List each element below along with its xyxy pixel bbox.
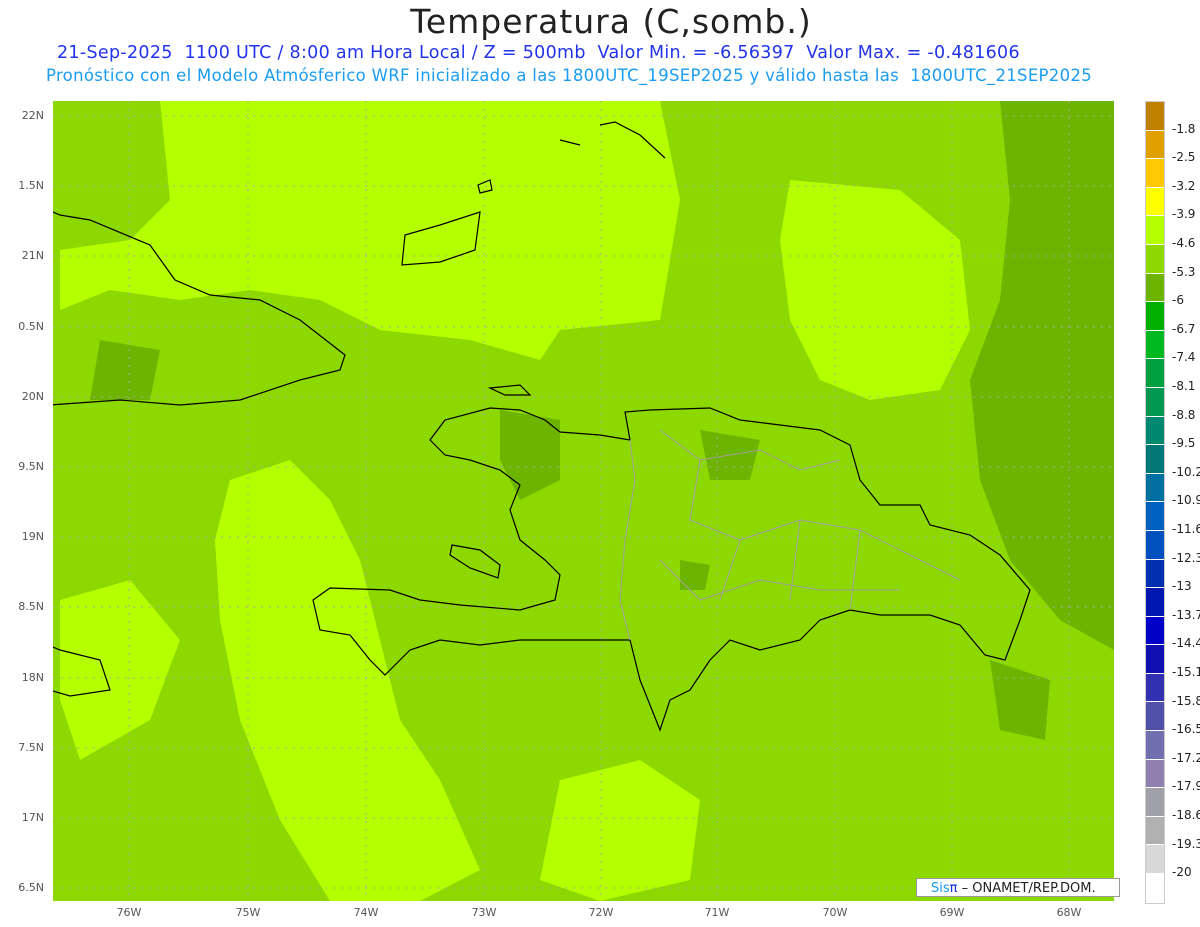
colorbar-swatch: [1146, 759, 1164, 789]
lon-label: 70W: [822, 906, 848, 919]
lon-label: 72W: [588, 906, 614, 919]
lat-label: 19N: [21, 530, 44, 543]
colorbar-label: -5.3: [1172, 264, 1196, 279]
credit-text: – ONAMET/REP.DOM.: [957, 881, 1096, 896]
colorbar-swatch: [1146, 816, 1164, 846]
colorbar: [1145, 101, 1165, 904]
lon-label: 76W: [116, 906, 142, 919]
lat-label: 20N: [21, 390, 44, 403]
colorbar-label: -14.4: [1172, 636, 1200, 651]
colorbar-swatch: [1146, 359, 1164, 388]
colorbar-swatch: [1146, 330, 1164, 360]
lat-label: 9.5N: [18, 460, 44, 473]
colorbar-swatch: [1146, 244, 1164, 274]
lat-label: 18N: [21, 671, 44, 684]
colorbar-swatch: [1146, 159, 1164, 188]
colorbar-label: -8.1: [1172, 379, 1196, 393]
colorbar-label: -20: [1172, 865, 1192, 880]
lat-label: 22N: [21, 109, 44, 122]
colorbar-label: -17.9: [1172, 779, 1200, 794]
colorbar-swatch: [1146, 616, 1164, 646]
colorbar-swatch: [1146, 216, 1164, 245]
temperature-map: [53, 101, 1114, 901]
lat-label: 8.5N: [18, 600, 44, 613]
colorbar-label: -12.3: [1172, 550, 1200, 565]
colorbar-swatch: [1146, 588, 1164, 617]
colorbar-label: -9.5: [1172, 436, 1196, 451]
colorbar-label: -13.7: [1172, 607, 1200, 622]
lat-label: 6.5N: [18, 881, 44, 894]
colorbar-label: -16.5: [1172, 722, 1200, 737]
colorbar-label: -6.7: [1172, 321, 1196, 336]
colorbar-swatch: [1146, 387, 1164, 417]
colorbar-label: -13: [1172, 579, 1192, 594]
colorbar-swatch: [1146, 845, 1164, 875]
colorbar-swatch: [1146, 645, 1164, 674]
lon-label: 69W: [939, 906, 965, 919]
colorbar-swatch: [1146, 673, 1164, 703]
subtitle-model-info: Pronóstico con el Modelo Atmósferico WRF…: [46, 66, 1093, 85]
colorbar-label: -19.3: [1172, 836, 1200, 851]
colorbar-label: -7.4: [1172, 350, 1196, 365]
colorbar-label: -10.2: [1172, 464, 1200, 479]
colorbar-label: -18.6: [1172, 808, 1200, 822]
lon-label: 75W: [235, 906, 261, 919]
lat-label: 0.5N: [18, 320, 44, 333]
colorbar-label: -10.9: [1172, 493, 1200, 508]
colorbar-label: -1.8: [1172, 121, 1196, 136]
lat-label: 21N: [21, 249, 44, 262]
lon-label: 71W: [704, 906, 730, 919]
colorbar-label: -3.2: [1172, 178, 1196, 193]
sispi-logo-text: Sis: [931, 881, 950, 896]
credit-box: Sisπ – ONAMET/REP.DOM.: [916, 878, 1120, 897]
colorbar-label: -4.6: [1172, 236, 1196, 250]
colorbar-label: -3.9: [1172, 207, 1196, 222]
lon-label: 68W: [1056, 906, 1082, 919]
colorbar-swatch: [1146, 473, 1164, 503]
colorbar-label: -15.1: [1172, 665, 1200, 679]
lat-label: 1.5N: [18, 179, 44, 192]
colorbar-swatch: [1146, 788, 1164, 817]
colorbar-swatch: [1146, 102, 1164, 131]
colorbar-swatch: [1146, 874, 1164, 903]
lat-label: 17N: [21, 811, 44, 824]
colorbar-label: -2.5: [1172, 150, 1196, 165]
subtitle-datetime: 21-Sep-2025 1100 UTC / 8:00 am Hora Loca…: [57, 43, 1020, 63]
colorbar-swatch: [1146, 416, 1164, 446]
colorbar-swatch: [1146, 130, 1164, 160]
lat-label: 7.5N: [18, 741, 44, 754]
colorbar-label: -6: [1172, 293, 1184, 308]
colorbar-label: -15.8: [1172, 693, 1200, 708]
colorbar-swatch: [1146, 302, 1164, 331]
colorbar-swatch: [1146, 445, 1164, 474]
colorbar-swatch: [1146, 187, 1164, 217]
lon-label: 74W: [353, 906, 379, 919]
colorbar-label: -17.2: [1172, 750, 1200, 765]
colorbar-swatch: [1146, 731, 1164, 760]
colorbar-swatch: [1146, 559, 1164, 589]
colorbar-swatch: [1146, 702, 1164, 732]
colorbar-swatch: [1146, 273, 1164, 303]
colorbar-swatch: [1146, 530, 1164, 560]
colorbar-swatch: [1146, 502, 1164, 531]
colorbar-label: -11.6: [1172, 522, 1200, 536]
colorbar-label: -8.8: [1172, 407, 1196, 422]
chart-title: Temperatura (C,somb.): [410, 2, 812, 41]
lon-label: 73W: [471, 906, 497, 919]
